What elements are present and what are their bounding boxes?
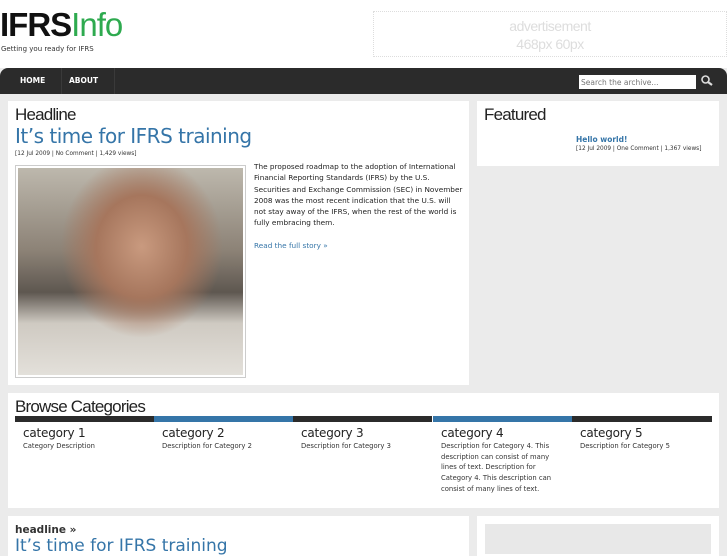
category-name[interactable]: category 1 [23, 426, 153, 440]
category-desc: Description for Category 4. This descrip… [441, 442, 552, 493]
featured-post-meta: [12 Jul 2009 | One Comment | 1,367 views… [576, 146, 702, 152]
category-desc: Description for Category 3 [301, 442, 391, 450]
search-input[interactable] [579, 75, 696, 89]
category-desc: Category Description [23, 442, 95, 450]
read-more-link[interactable]: Read the full story » [254, 241, 328, 250]
category-name[interactable]: category 3 [301, 426, 431, 440]
category-item[interactable]: category 5 Description for Category 5 [580, 426, 710, 452]
magnifier-icon[interactable] [700, 74, 714, 88]
section-title-headline: Headline [15, 105, 77, 124]
section-title-featured: Featured [484, 105, 546, 124]
advertisement-placeholder[interactable]: advertisement 468px 60px [373, 11, 727, 57]
category-item[interactable]: category 3 Description for Category 3 [301, 426, 431, 452]
category-bar-4 [433, 416, 572, 422]
sidebar-widget-placeholder [485, 524, 711, 554]
bottom-headline-label[interactable]: headline » [15, 524, 76, 536]
logo-bold: IFRS [0, 6, 72, 43]
ad-line2: 468px 60px [516, 36, 584, 52]
bottom-post-title[interactable]: It’s time for IFRS training [15, 536, 228, 556]
category-desc: Description for Category 2 [162, 442, 252, 450]
category-item[interactable]: category 2 Description for Category 2 [162, 426, 292, 452]
category-bar-3 [293, 416, 432, 422]
post-excerpt: The proposed roadmap to the adoption of … [254, 162, 463, 228]
tagline: Getting you ready for IFRS [1, 45, 94, 53]
ad-line1: advertisement [509, 18, 591, 34]
site-logo[interactable]: IFRSInfo [0, 6, 123, 44]
featured-post-title[interactable]: Hello world! [576, 135, 627, 144]
post-title[interactable]: It’s time for IFRS training [15, 124, 252, 148]
nav-about[interactable]: ABOUT [53, 68, 116, 94]
category-bar-2 [154, 416, 293, 422]
category-item[interactable]: category 4 Description for Category 4. Th… [441, 426, 566, 495]
category-name[interactable]: category 2 [162, 426, 292, 440]
category-item[interactable]: category 1 Category Description [23, 426, 153, 452]
category-desc: Description for Category 5 [580, 442, 670, 450]
category-name[interactable]: category 4 [441, 426, 566, 440]
logo-light: Info [71, 6, 123, 43]
category-bar-1 [15, 416, 154, 422]
post-meta: [12 Jul 2009 | No Comment | 1,429 views] [15, 151, 137, 157]
category-name[interactable]: category 5 [580, 426, 710, 440]
post-image[interactable] [15, 165, 246, 378]
category-bar-5 [572, 416, 712, 422]
section-title-browse: Browse Categories [15, 397, 146, 416]
photo-man-reading [18, 168, 243, 375]
